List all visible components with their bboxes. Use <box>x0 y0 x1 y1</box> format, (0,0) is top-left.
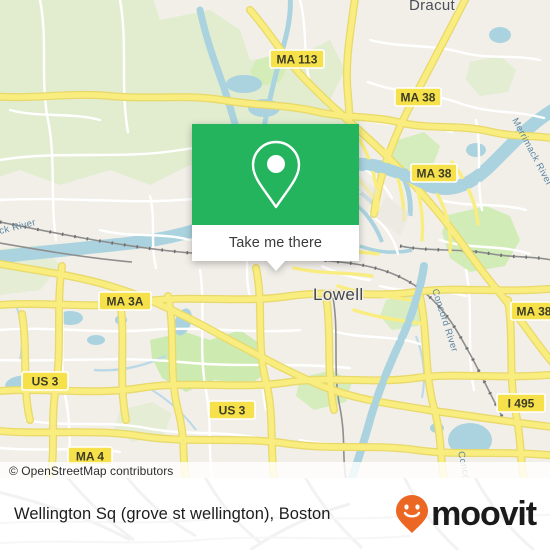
footer-bar: Wellington Sq (grove st wellington), Bos… <box>0 478 550 550</box>
highway-shield[interactable]: MA 3A <box>98 291 152 311</box>
map-screenshot-root: Dracut Lowell Merrimack River Concord Ri… <box>0 0 550 550</box>
svg-text:MA 38: MA 38 <box>517 305 550 319</box>
highway-shield[interactable]: US 3 <box>21 371 69 391</box>
take-me-there-callout[interactable]: Take me there <box>192 124 359 271</box>
moovit-logo[interactable]: moovit <box>395 494 537 534</box>
place-label-lowell: Lowell <box>313 285 364 304</box>
highway-shield[interactable]: US 3 <box>208 400 256 420</box>
moovit-pin-smile-icon <box>396 495 429 533</box>
callout-action-panel[interactable]: Take me there <box>192 225 359 271</box>
svg-text:US 3: US 3 <box>219 404 246 418</box>
svg-text:MA 38: MA 38 <box>401 91 436 105</box>
svg-text:US 3: US 3 <box>32 375 59 389</box>
highway-shield[interactable]: MA 113 <box>269 49 325 69</box>
map-pin-icon <box>251 140 300 208</box>
svg-text:MA 3A: MA 3A <box>107 295 144 309</box>
highway-shield[interactable]: MA 38 <box>394 87 442 107</box>
moovit-wordmark: moovit <box>431 495 537 533</box>
svg-text:MA 113: MA 113 <box>277 53 318 67</box>
callout-icon-panel <box>192 124 359 225</box>
place-label-dracut: Dracut <box>409 0 456 14</box>
highway-shield[interactable]: MA 38 <box>410 163 458 183</box>
highway-shield[interactable]: MA 38 <box>510 301 550 321</box>
attribution-bar: © OpenStreetMap contributors <box>0 462 550 478</box>
highway-shield[interactable]: I 495 <box>496 393 546 413</box>
station-title: Wellington Sq (grove st wellington), Bos… <box>14 504 331 523</box>
svg-text:I 495: I 495 <box>508 397 535 411</box>
osm-attribution-text: © OpenStreetMap contributors <box>9 464 174 478</box>
callout-pointer-tail <box>265 260 286 271</box>
take-me-there-label: Take me there <box>228 235 323 251</box>
footer-content: Wellington Sq (grove st wellington), Bos… <box>0 478 550 550</box>
svg-text:MA 38: MA 38 <box>417 167 452 181</box>
